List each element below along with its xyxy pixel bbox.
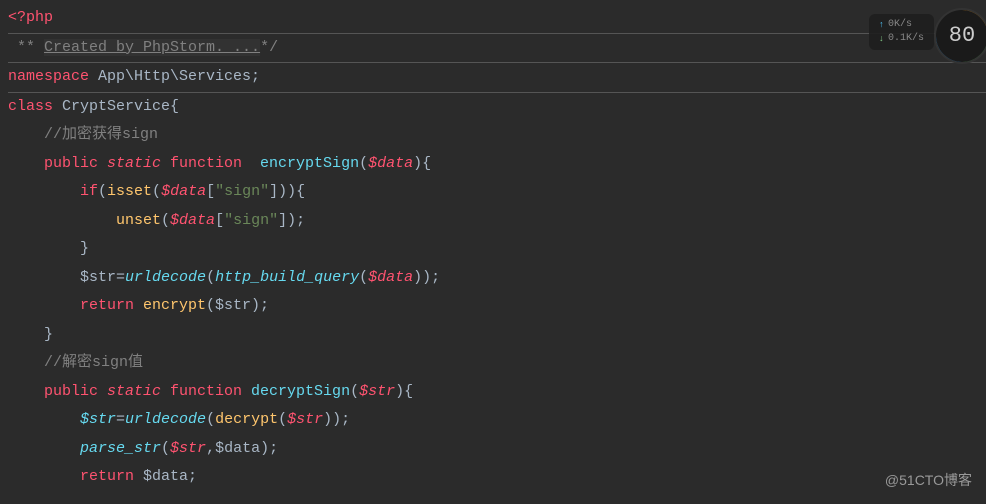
code-line: public static function encryptSign($data… [8,150,986,179]
keyword-if: if [8,183,98,200]
keyword-return: return [8,468,134,485]
code-line: $str=urldecode(http_build_query($data)); [8,264,986,293]
code-line: class CryptService{ [8,93,986,122]
string-literal: "sign" [215,183,269,200]
brace: } [8,240,89,257]
comment: //加密获得sign [8,126,158,143]
function-name: encryptSign [242,155,359,172]
variable: $str [8,269,116,286]
arrow-up-icon: ↑ [879,18,884,32]
code-line: <?php [8,4,986,33]
function-unset: unset [8,212,161,229]
namespace-path: App\Http\Services; [89,68,260,85]
code-line: ** Created by PhpStorm. ...*/ [8,33,986,64]
docblock: ** [8,39,44,56]
variable: $data [170,212,215,229]
code-line: } [8,235,986,264]
code-line: parse_str($str,$data); [8,435,986,464]
network-speed-widget[interactable]: ↑ 0K/s ↓ 0.1K/s [869,14,934,50]
function-isset: isset [107,183,152,200]
function-urldecode: urldecode [125,411,206,428]
php-open-tag: <?php [8,9,53,26]
parameter: $data [368,155,413,172]
variable: $data [368,269,413,286]
watermark: @51CTO博客 [885,466,972,495]
code-line: $str=urldecode(decrypt($str)); [8,406,986,435]
code-line: namespace App\Http\Services; [8,63,986,93]
keyword-static: static [98,155,161,172]
function-http-build-query: http_build_query [215,269,359,286]
keyword-return: return [8,297,134,314]
docblock-text: Created by PhpStorm. ... [44,39,260,56]
keyword-namespace: namespace [8,68,89,85]
performance-gauge[interactable]: 80 [934,8,986,64]
code-line: unset($data["sign"]); [8,207,986,236]
code-line: if(isset($data["sign"])){ [8,178,986,207]
keyword-static: static [98,383,161,400]
keyword-class: class [8,98,53,115]
comment: //解密sign值 [8,354,143,371]
keyword-function: function [161,383,242,400]
code-line: } [8,321,986,350]
keyword-function: function [161,155,242,172]
code-editor[interactable]: <?php ** Created by PhpStorm. ...*/ name… [0,0,986,492]
function-parse-str: parse_str [8,440,161,457]
download-speed: ↓ 0.1K/s [879,32,924,46]
upload-speed: ↑ 0K/s [879,18,924,32]
function-name: decryptSign [242,383,350,400]
variable: $data); [215,440,278,457]
arrow-down-icon: ↓ [879,32,884,46]
code-line: public static function decryptSign($str)… [8,378,986,407]
variable: $data [161,183,206,200]
string-literal: "sign" [224,212,278,229]
gauge-value: 80 [949,22,975,51]
brace: } [8,326,53,343]
code-line: return encrypt($str); [8,292,986,321]
keyword-public: public [8,155,98,172]
variable: $str [287,411,323,428]
function-decrypt: decrypt [215,411,278,428]
code-line: return $data; [8,463,986,492]
variable: $str [170,440,206,457]
code-line: //加密获得sign [8,121,986,150]
code-line: //解密sign值 [8,349,986,378]
class-name: CryptService [53,98,170,115]
keyword-public: public [8,383,98,400]
variable: $data; [134,468,197,485]
function-urldecode: urldecode [125,269,206,286]
parameter: $str [359,383,395,400]
variable: $str [8,411,116,428]
function-encrypt: encrypt [134,297,206,314]
